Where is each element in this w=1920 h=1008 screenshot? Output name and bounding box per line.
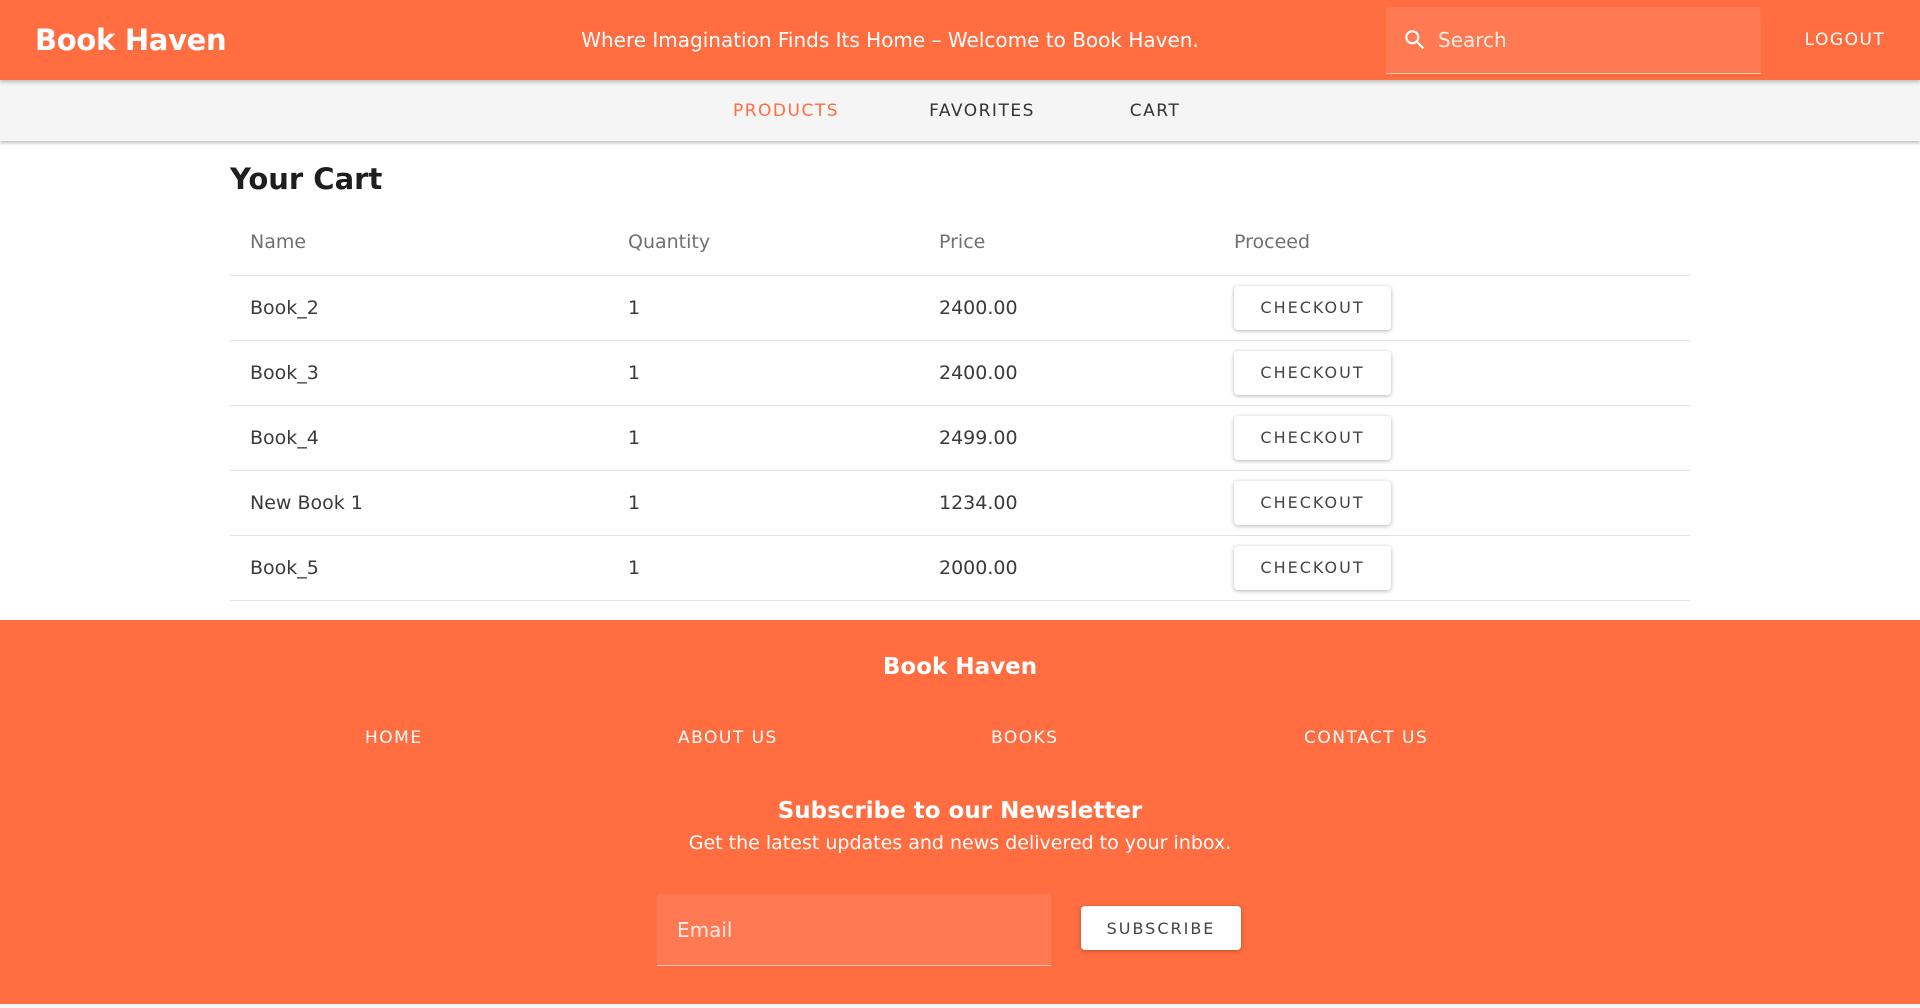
footer-link-books[interactable]: BOOKS bbox=[991, 728, 1059, 748]
cell-quantity: 1 bbox=[608, 535, 919, 601]
tab-favorites[interactable]: FAVORITES bbox=[887, 80, 1077, 141]
cell-proceed: CHECKOUT bbox=[1214, 535, 1690, 601]
logout-button[interactable]: LOGOUT bbox=[1780, 0, 1910, 80]
column-header-quantity: Quantity bbox=[608, 210, 919, 276]
table-header-row: Name Quantity Price Proceed bbox=[230, 210, 1690, 276]
search-icon bbox=[1402, 27, 1428, 53]
newsletter-title: Subscribe to our Newsletter bbox=[777, 798, 1143, 824]
table-row: Book_5 1 2000.00 CHECKOUT bbox=[230, 535, 1690, 601]
tab-cart[interactable]: CART bbox=[1060, 80, 1250, 141]
checkout-button[interactable]: CHECKOUT bbox=[1234, 545, 1391, 590]
cell-proceed: CHECKOUT bbox=[1214, 470, 1690, 536]
column-header-price: Price bbox=[919, 210, 1214, 276]
cell-price: 2400.00 bbox=[919, 275, 1214, 341]
column-header-name: Name bbox=[230, 210, 608, 276]
app-header: Book Haven Where Imagination Finds Its H… bbox=[0, 0, 1920, 80]
table-row: Book_4 1 2499.00 CHECKOUT bbox=[230, 405, 1690, 471]
cell-quantity: 1 bbox=[608, 405, 919, 471]
footer-link-home[interactable]: HOME bbox=[365, 728, 423, 748]
search-box[interactable] bbox=[1386, 7, 1761, 74]
cell-proceed: CHECKOUT bbox=[1214, 340, 1690, 406]
footer-link-contact-us[interactable]: CONTACT US bbox=[1304, 728, 1428, 748]
page-bottom-strip bbox=[0, 1004, 1920, 1008]
cell-name: Book_5 bbox=[230, 535, 608, 601]
cell-proceed: CHECKOUT bbox=[1214, 405, 1690, 471]
cart-table: Name Quantity Price Proceed Book_2 1 240… bbox=[230, 210, 1690, 601]
page-title: Your Cart bbox=[230, 162, 383, 196]
cell-quantity: 1 bbox=[608, 470, 919, 536]
checkout-button[interactable]: CHECKOUT bbox=[1234, 285, 1391, 330]
checkout-button[interactable]: CHECKOUT bbox=[1234, 480, 1391, 525]
checkout-button[interactable]: CHECKOUT bbox=[1234, 415, 1391, 460]
cell-name: New Book 1 bbox=[230, 470, 608, 536]
cell-name: Book_2 bbox=[230, 275, 608, 341]
site-footer: Book Haven HOME ABOUT US BOOKS CONTACT U… bbox=[0, 620, 1920, 1004]
cell-price: 2400.00 bbox=[919, 340, 1214, 406]
email-field[interactable] bbox=[657, 894, 1051, 966]
header-tagline: Where Imagination Finds Its Home – Welco… bbox=[581, 28, 1199, 52]
cell-price: 2000.00 bbox=[919, 535, 1214, 601]
subscribe-button[interactable]: SUBSCRIBE bbox=[1081, 906, 1241, 950]
table-row: New Book 1 1 1234.00 CHECKOUT bbox=[230, 470, 1690, 536]
nav-tabs: PRODUCTS FAVORITES CART bbox=[0, 80, 1920, 141]
tab-products[interactable]: PRODUCTS bbox=[691, 80, 881, 141]
cell-price: 1234.00 bbox=[919, 470, 1214, 536]
footer-brand: Book Haven bbox=[882, 654, 1038, 680]
cell-quantity: 1 bbox=[608, 275, 919, 341]
cell-quantity: 1 bbox=[608, 340, 919, 406]
cell-proceed: CHECKOUT bbox=[1214, 275, 1690, 341]
brand-logo-text[interactable]: Book Haven bbox=[35, 0, 227, 80]
cell-name: Book_3 bbox=[230, 340, 608, 406]
search-input[interactable] bbox=[1438, 20, 1738, 60]
email-input[interactable] bbox=[677, 909, 1037, 950]
newsletter-subtitle: Get the latest updates and news delivere… bbox=[688, 832, 1232, 854]
cell-name: Book_4 bbox=[230, 405, 608, 471]
table-row: Book_3 1 2400.00 CHECKOUT bbox=[230, 340, 1690, 406]
checkout-button[interactable]: CHECKOUT bbox=[1234, 350, 1391, 395]
cell-price: 2499.00 bbox=[919, 405, 1214, 471]
table-row: Book_2 1 2400.00 CHECKOUT bbox=[230, 275, 1690, 341]
column-header-proceed: Proceed bbox=[1214, 210, 1690, 276]
footer-link-about-us[interactable]: ABOUT US bbox=[678, 728, 778, 748]
